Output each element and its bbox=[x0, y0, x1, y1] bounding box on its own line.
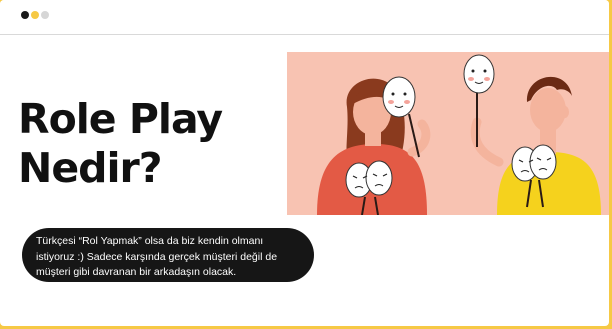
title-line-1: Role Play bbox=[18, 95, 223, 143]
maximize-window-icon[interactable] bbox=[41, 11, 49, 19]
woman-figure bbox=[317, 76, 431, 215]
illustration-svg bbox=[317, 54, 601, 215]
role-play-illustration bbox=[287, 52, 609, 215]
window-titlebar bbox=[0, 0, 609, 35]
description-text: Türkçesi “Rol Yapmak” olsa da biz kendin… bbox=[36, 235, 278, 278]
minimize-window-icon[interactable] bbox=[31, 11, 39, 19]
close-window-icon[interactable] bbox=[21, 11, 29, 19]
description-bubble: Türkçesi “Rol Yapmak” olsa da biz kendin… bbox=[22, 228, 314, 282]
page-card: Role Play Nedir? Türkçesi “Rol Yapmak” o… bbox=[0, 0, 609, 326]
page-title: Role Play Nedir? bbox=[18, 95, 288, 193]
man-figure bbox=[463, 54, 601, 215]
title-line-2: Nedir? bbox=[18, 144, 163, 192]
